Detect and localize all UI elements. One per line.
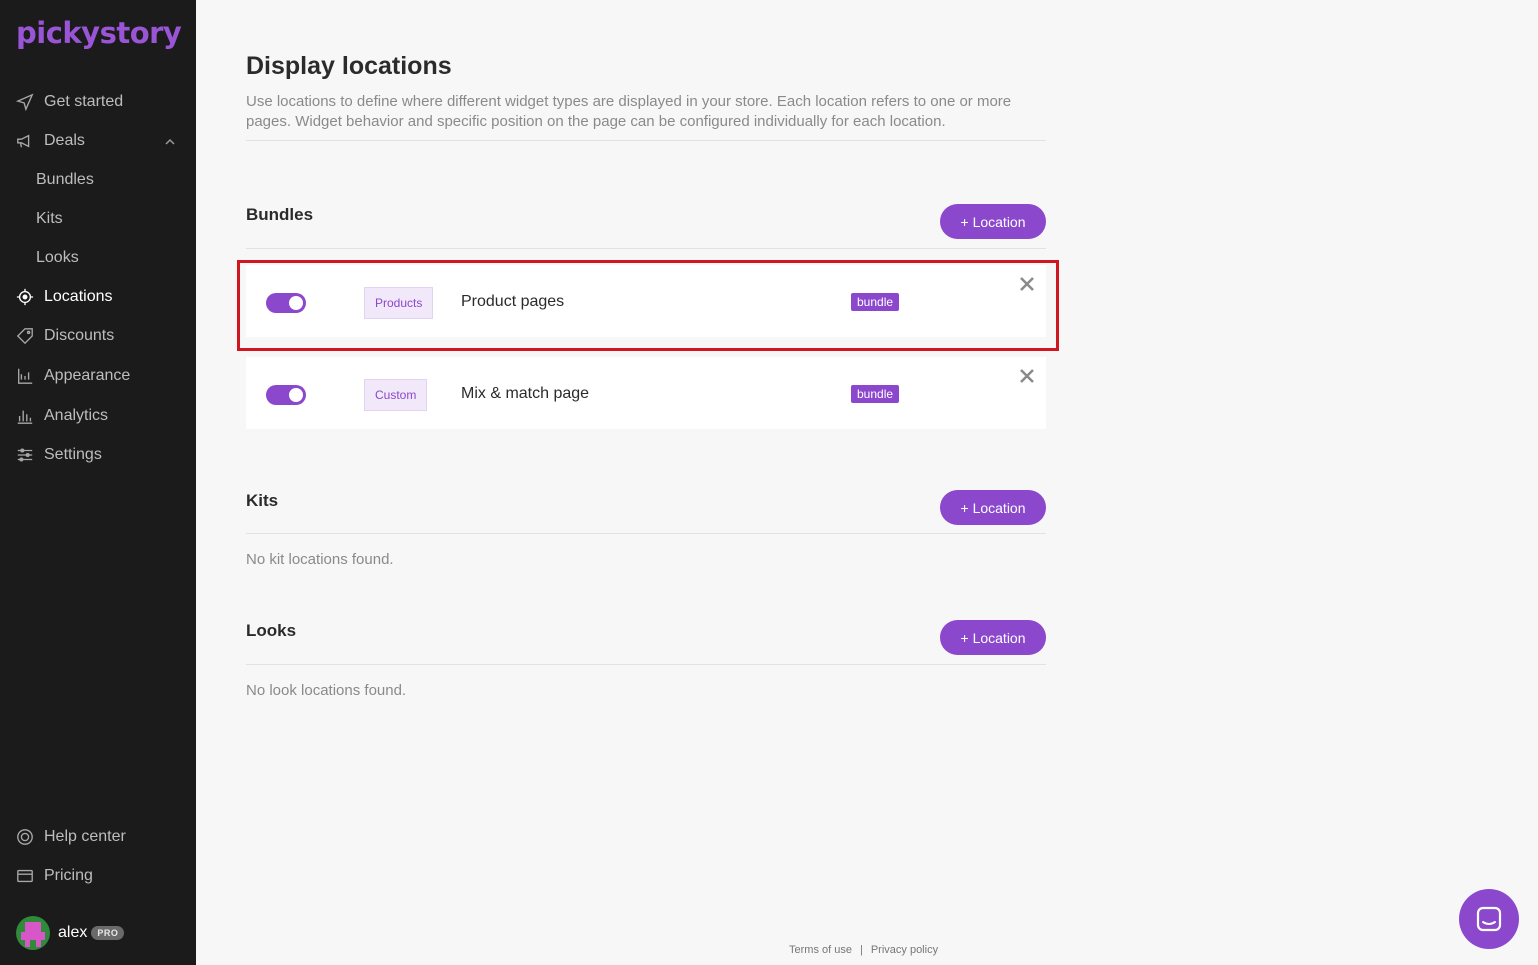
location-type-tag: Custom (364, 379, 428, 411)
section-title-bundles: Bundles (246, 205, 314, 224)
location-card-product-pages[interactable]: Products Product pages bundle (246, 265, 1046, 337)
footer-separator: | (859, 944, 863, 956)
tag-icon (14, 326, 36, 346)
sidebar-item-label: Settings (44, 446, 102, 463)
sidebar-item-label: Pricing (44, 867, 93, 884)
help-icon (14, 827, 36, 847)
section-title-looks: Looks (246, 621, 297, 640)
footer: Terms of use | Privacy policy (789, 944, 938, 956)
add-kit-location-button[interactable]: + Location (940, 490, 1046, 525)
sidebar-item-appearance[interactable]: Appearance (0, 358, 196, 394)
location-enabled-toggle[interactable] (266, 293, 306, 313)
page-title: Display locations (246, 52, 452, 80)
widget-type-badge: bundle (851, 293, 900, 311)
add-look-location-button[interactable]: + Location (940, 620, 1046, 655)
location-card-mix-match[interactable]: Custom Mix & match page bundle (246, 357, 1046, 429)
target-icon (14, 287, 36, 307)
kits-empty-message: No kit locations found. (246, 551, 394, 568)
avatar (16, 916, 50, 950)
user-profile[interactable]: alex PRO (16, 916, 125, 950)
chat-icon (1476, 906, 1502, 932)
sidebar-item-discounts[interactable]: Discounts (0, 318, 196, 354)
close-icon[interactable] (1018, 367, 1036, 385)
sidebar-item-looks[interactable]: Looks (0, 240, 196, 276)
sidebar: pickystory Get started Deals Bundles Kit… (0, 0, 196, 965)
sidebar-item-deals[interactable]: Deals (0, 123, 196, 159)
send-icon (14, 92, 36, 112)
page-description: Use locations to define where different … (246, 93, 1012, 130)
sidebar-item-bundles[interactable]: Bundles (0, 162, 196, 198)
sidebar-item-label: Kits (36, 210, 63, 227)
location-enabled-toggle[interactable] (266, 385, 306, 405)
chevron-up-icon[interactable] (164, 135, 176, 147)
sidebar-item-label: Bundles (36, 171, 94, 188)
sidebar-item-label: Locations (44, 288, 113, 305)
sidebar-item-label: Help center (44, 828, 126, 845)
looks-empty-message: No look locations found. (246, 682, 407, 699)
card-icon (14, 866, 36, 886)
sidebar-item-locations[interactable]: Locations (0, 279, 196, 315)
sidebar-item-help-center[interactable]: Help center (0, 819, 196, 855)
divider (246, 248, 1046, 249)
section-title-kits: Kits (246, 491, 279, 510)
divider (246, 664, 1046, 665)
sidebar-item-settings[interactable]: Settings (0, 437, 196, 473)
sidebar-item-kits[interactable]: Kits (0, 201, 196, 237)
sliders-icon (14, 445, 36, 465)
divider (246, 533, 1046, 534)
sidebar-item-label: Appearance (44, 367, 131, 384)
sidebar-item-label: Discounts (44, 327, 115, 344)
sidebar-item-analytics[interactable]: Analytics (0, 398, 196, 434)
privacy-link[interactable]: Privacy policy (871, 944, 938, 956)
chat-launcher-button[interactable] (1459, 889, 1519, 949)
sidebar-item-pricing[interactable]: Pricing (0, 858, 196, 894)
appearance-icon (14, 366, 36, 386)
sidebar-item-label: Deals (44, 132, 85, 149)
location-name[interactable]: Mix & match page (461, 385, 589, 403)
terms-link[interactable]: Terms of use (789, 944, 852, 956)
megaphone-icon (14, 131, 36, 151)
pickystory-logo[interactable]: pickystory (16, 16, 182, 50)
sidebar-item-get-started[interactable]: Get started (0, 84, 196, 120)
user-name: alex (58, 924, 88, 941)
widget-type-badge: bundle (851, 385, 900, 403)
sidebar-item-label: Analytics (44, 407, 109, 424)
divider (246, 140, 1046, 141)
close-icon[interactable] (1018, 275, 1036, 293)
add-bundle-location-button[interactable]: + Location (940, 204, 1046, 239)
analytics-icon (14, 406, 36, 426)
sidebar-item-label: Get started (44, 93, 124, 110)
location-type-tag: Products (364, 287, 434, 319)
location-name[interactable]: Product pages (461, 293, 564, 311)
pro-badge: PRO (91, 926, 125, 940)
sidebar-item-label: Looks (36, 249, 79, 266)
